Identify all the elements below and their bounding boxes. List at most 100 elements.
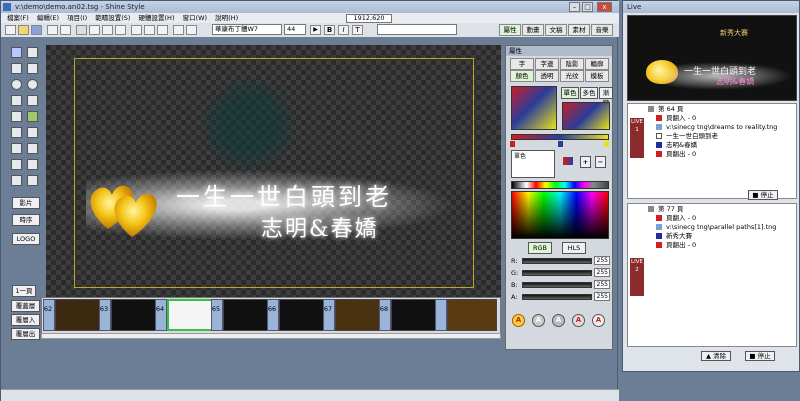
image-tool-icon[interactable] — [27, 111, 38, 122]
menu-settings[interactable]: 範疇設置(S) — [95, 14, 130, 22]
new-icon[interactable] — [5, 25, 16, 35]
line-tool-icon[interactable] — [11, 95, 22, 106]
timeline-thumb[interactable] — [111, 299, 161, 331]
remove-stop-button[interactable]: − — [595, 156, 606, 168]
multi-color-button[interactable]: 多色 — [580, 87, 598, 99]
menu-item[interactable]: 項目(I) — [67, 14, 87, 22]
tab-outline[interactable]: 字邊 — [535, 58, 559, 70]
live-2-item[interactable]: 頁翻出 - 0 — [666, 241, 696, 250]
layer-overlay-button[interactable]: 覆蓋層 — [11, 300, 40, 312]
tab-color[interactable]: 顏色 — [510, 70, 534, 82]
live-2-item[interactable]: 頁翻入 - 0 — [666, 214, 696, 223]
timeline-thumb[interactable] — [279, 299, 329, 331]
rounded-rect-tool-icon[interactable] — [27, 63, 38, 74]
channel-slider-r[interactable] — [522, 258, 592, 264]
menu-window[interactable]: 窗口(W) — [183, 14, 208, 22]
timeline-arrow[interactable] — [155, 299, 167, 331]
live-1-button[interactable]: LIVE 1 — [630, 118, 644, 158]
gradient-stop-icon[interactable] — [558, 141, 563, 147]
menu-help[interactable]: 說明(H) — [215, 14, 238, 22]
redo-icon[interactable] — [60, 25, 71, 35]
tab-animation[interactable]: 動畫 — [522, 24, 544, 36]
tab-light[interactable]: 光纹 — [560, 70, 584, 82]
gradient-bar[interactable] — [511, 134, 609, 140]
timeline-arrow[interactable] — [267, 299, 279, 331]
timeline-thumb[interactable] — [55, 299, 105, 331]
minimize-button[interactable]: – — [569, 2, 580, 12]
channel-slider-a[interactable] — [522, 294, 592, 300]
timeline-thumb[interactable] — [223, 299, 273, 331]
paste-icon[interactable] — [115, 25, 126, 35]
live-1-item[interactable]: 志明&春嬌 — [666, 141, 697, 150]
color-swap-icon[interactable] — [563, 157, 573, 165]
zoom-tool-icon[interactable] — [11, 175, 22, 186]
align-center-icon[interactable] — [144, 25, 155, 35]
timeline-thumb-selected[interactable] — [167, 299, 217, 331]
channel-value-b[interactable]: 255 — [594, 280, 610, 289]
bold-button[interactable]: B — [324, 25, 335, 35]
text-style-a-icon[interactable]: A — [572, 314, 585, 327]
tab-script[interactable]: 文稿 — [545, 24, 567, 36]
layers-icon[interactable] — [186, 25, 197, 35]
live-1-item[interactable]: v:\sinecg tng\dreams to reality.tng — [666, 123, 777, 132]
pointer-tool-icon[interactable] — [11, 47, 22, 58]
timeline-scrollbar[interactable] — [41, 333, 501, 339]
align-icon[interactable] — [131, 25, 142, 35]
live-2-button[interactable]: LIVE 2 — [630, 258, 644, 296]
channel-slider-g[interactable] — [522, 270, 592, 276]
save-icon[interactable] — [31, 25, 42, 35]
tab-music[interactable]: 音樂 — [591, 24, 613, 36]
tab-shadow[interactable]: 陰影 — [560, 58, 584, 70]
ellipse-tool-icon[interactable] — [11, 79, 22, 90]
text-style-a-icon[interactable]: A — [532, 314, 545, 327]
clock-tool-icon[interactable] — [11, 127, 22, 138]
align-right-icon[interactable] — [157, 25, 168, 35]
film-icon[interactable] — [76, 25, 87, 35]
copy-icon[interactable] — [102, 25, 113, 35]
chart-tool-icon[interactable] — [27, 127, 38, 138]
timeline-thumb[interactable] — [335, 299, 385, 331]
italic-button[interactable]: I — [338, 25, 349, 35]
table-tool-icon[interactable] — [11, 143, 22, 154]
text-button[interactable]: T — [352, 25, 363, 35]
maximize-button[interactable]: □ — [582, 2, 593, 12]
polygon-tool-icon[interactable] — [27, 95, 38, 106]
text-style-a-icon[interactable]: A — [552, 314, 565, 327]
live-1-stop-button[interactable]: ■ 停止 — [748, 190, 778, 200]
gradient-preview[interactable] — [511, 86, 557, 130]
tab-font[interactable]: 字 — [510, 58, 534, 70]
swatch-grid[interactable] — [511, 181, 609, 189]
live-1-item[interactable]: 一生一世白頭到老 — [666, 132, 718, 141]
gradient-stop-icon[interactable] — [510, 141, 515, 147]
video-button[interactable]: 影片 — [12, 197, 40, 209]
menu-file[interactable]: 檔案(F) — [7, 14, 29, 22]
live-2-item[interactable]: 新秀大賽 — [666, 232, 692, 241]
rect-tool-icon[interactable] — [11, 63, 22, 74]
hand-tool-icon[interactable] — [27, 175, 38, 186]
channel-value-r[interactable]: 255 — [594, 256, 610, 265]
live-1-item[interactable]: 頁翻出 - 0 — [666, 150, 696, 159]
canvas-subline[interactable]: 志明&春嬌 — [261, 211, 379, 243]
timing-button[interactable]: 時序 — [12, 214, 40, 226]
undo-icon[interactable] — [47, 25, 58, 35]
single-color-button[interactable]: 單色 — [561, 87, 579, 99]
add-stop-button[interactable]: + — [580, 156, 591, 168]
timeline-arrow[interactable] — [435, 299, 447, 331]
live-1-item[interactable]: 頁翻入 - 0 — [666, 114, 696, 123]
menu-edit[interactable]: 編輯(E) — [37, 14, 59, 22]
close-button[interactable]: x — [597, 2, 612, 12]
channel-slider-b[interactable] — [522, 282, 592, 288]
text-style-a-icon[interactable]: A — [512, 314, 525, 327]
preset-select[interactable] — [377, 24, 457, 35]
live-2-stop-button[interactable]: ■ 停止 — [745, 351, 775, 361]
gradient-stop-icon[interactable] — [604, 141, 609, 147]
gradient-button[interactable]: 漸變 — [599, 87, 613, 107]
group-tool-icon[interactable] — [11, 159, 22, 170]
timeline-arrow[interactable] — [379, 299, 391, 331]
timeline-arrow[interactable] — [211, 299, 223, 331]
timeline-thumb[interactable] — [447, 299, 497, 331]
layer-in-button[interactable]: 覆層入 — [11, 314, 40, 326]
menu-hardware[interactable]: 硬體設置(H) — [139, 14, 175, 22]
brush-tool-icon[interactable] — [11, 111, 22, 122]
frame-tool-icon[interactable] — [27, 143, 38, 154]
